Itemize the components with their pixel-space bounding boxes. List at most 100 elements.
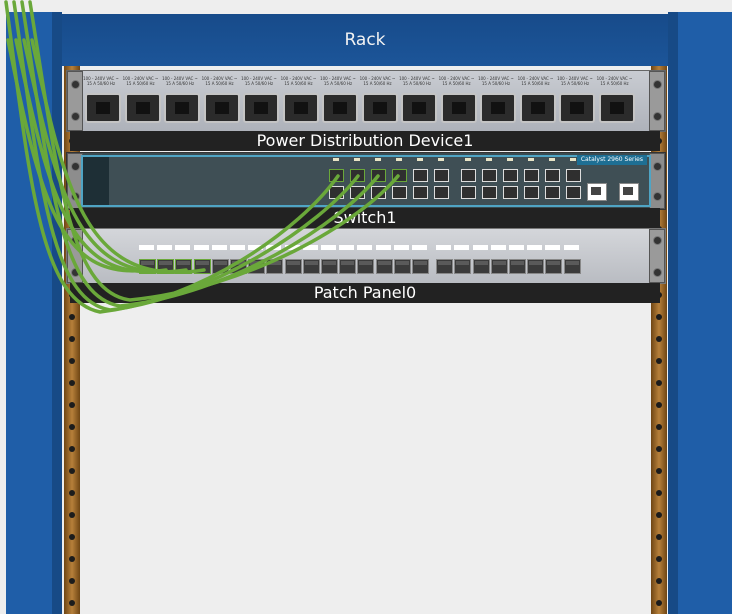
power-outlet[interactable] xyxy=(322,93,358,123)
pdu-right-ear xyxy=(649,71,665,131)
patch-jack[interactable] xyxy=(284,259,302,274)
patch-jack[interactable] xyxy=(339,259,357,274)
patch-jack[interactable] xyxy=(545,259,563,274)
patch-jack[interactable] xyxy=(211,259,229,274)
power-outlet[interactable] xyxy=(559,93,595,123)
patch-jack[interactable] xyxy=(175,259,193,274)
switch-port[interactable] xyxy=(371,186,386,199)
switch-port[interactable] xyxy=(413,169,428,182)
jack-label-tab xyxy=(321,245,336,250)
switch-port[interactable] xyxy=(371,169,386,182)
patch-jack[interactable] xyxy=(454,259,472,274)
switch-right-ear xyxy=(649,153,665,209)
rail-hole xyxy=(656,578,662,584)
patch-jack[interactable] xyxy=(527,259,545,274)
switch-port[interactable] xyxy=(350,186,365,199)
switch-port[interactable] xyxy=(545,169,560,182)
jack-label-tab xyxy=(266,245,282,250)
jack-label-tab xyxy=(230,245,245,250)
switch-port[interactable] xyxy=(434,186,449,199)
pdu-device[interactable]: 100 - 240V VAC ~ 15 A 50/60 Hz 100 - 240V… xyxy=(66,70,666,132)
switch-port[interactable] xyxy=(524,186,539,199)
switch-port[interactable] xyxy=(392,169,407,182)
patch-jack[interactable] xyxy=(321,259,338,274)
switch-port[interactable] xyxy=(461,169,476,182)
power-outlet[interactable] xyxy=(243,93,279,123)
jack-label-tab xyxy=(509,245,524,250)
switch-port[interactable] xyxy=(524,169,539,182)
patch-jack[interactable] xyxy=(509,259,526,274)
port-led xyxy=(354,158,360,161)
rail-hole xyxy=(69,556,75,562)
switch-port[interactable] xyxy=(350,169,365,182)
switch-port[interactable] xyxy=(482,169,497,182)
rail-hole xyxy=(69,490,75,496)
jack-label-tab xyxy=(393,245,409,250)
patch-panel-label: Patch Panel0 xyxy=(70,283,660,303)
power-outlet[interactable] xyxy=(85,93,121,123)
outlet-rating-label: 100 - 240V VAC ~ 15 A 50/60 Hz xyxy=(438,76,475,86)
rail-hole xyxy=(69,380,75,386)
power-outlet[interactable] xyxy=(203,93,240,123)
patch-jack[interactable] xyxy=(248,259,266,274)
switch-label: Switch1 xyxy=(70,208,660,228)
jack-label-tab xyxy=(193,245,209,250)
power-outlet[interactable] xyxy=(282,93,319,123)
patch-jack[interactable] xyxy=(490,259,508,274)
power-outlet[interactable] xyxy=(480,93,516,123)
switch-port[interactable] xyxy=(461,186,476,199)
patch-jack[interactable] xyxy=(357,259,375,274)
pdu-left-ear xyxy=(67,71,83,131)
switch-port[interactable] xyxy=(329,186,344,199)
power-outlet[interactable] xyxy=(361,93,398,123)
switch-port[interactable] xyxy=(392,186,407,199)
switch-port[interactable] xyxy=(482,186,497,199)
power-outlet[interactable] xyxy=(519,93,556,123)
switch-port[interactable] xyxy=(503,169,518,182)
port-led xyxy=(507,158,513,161)
patch-jack[interactable] xyxy=(230,259,247,274)
patch-jack[interactable] xyxy=(139,259,156,274)
rail-hole xyxy=(69,336,75,342)
switch-uplink-port[interactable] xyxy=(619,183,639,201)
port-led xyxy=(486,158,492,161)
patch-jack[interactable] xyxy=(193,259,211,274)
switch-port[interactable] xyxy=(413,186,428,199)
patch-jack[interactable] xyxy=(412,259,429,274)
patch-jack[interactable] xyxy=(157,259,175,274)
switch-model-badge: Catalyst 2960 Series xyxy=(576,155,647,165)
jack-label-tab xyxy=(339,245,355,250)
outlet-rating-label: 100 - 240V VAC ~ 15 A 50/60 Hz xyxy=(280,76,317,86)
rail-hole xyxy=(656,402,662,408)
switch-port[interactable] xyxy=(545,186,560,199)
power-outlet[interactable] xyxy=(124,93,161,123)
patch-jack[interactable] xyxy=(375,259,393,274)
rail-hole xyxy=(656,556,662,562)
port-led xyxy=(438,158,444,161)
switch-port[interactable] xyxy=(329,169,344,182)
switch-port[interactable] xyxy=(566,186,581,199)
patch-jack[interactable] xyxy=(472,259,490,274)
patch-jack[interactable] xyxy=(436,259,454,274)
patch-jack[interactable] xyxy=(266,259,284,274)
power-outlet[interactable] xyxy=(164,93,200,123)
patch-jack[interactable] xyxy=(302,259,320,274)
patch-jack[interactable] xyxy=(393,259,411,274)
power-outlet[interactable] xyxy=(598,93,635,123)
switch-port[interactable] xyxy=(566,169,581,182)
patch-panel-device[interactable] xyxy=(66,228,666,284)
switch-status-panel xyxy=(83,157,109,205)
power-outlet[interactable] xyxy=(401,93,437,123)
patch-jack[interactable] xyxy=(563,259,581,274)
rail-hole xyxy=(656,424,662,430)
rail-hole xyxy=(656,336,662,342)
switch-uplink-port[interactable] xyxy=(587,183,607,201)
switch-port[interactable] xyxy=(503,186,518,199)
port-led xyxy=(396,158,402,161)
port-led xyxy=(465,158,471,161)
jack-label-tab xyxy=(436,245,452,250)
switch-port[interactable] xyxy=(434,169,449,182)
switch-device[interactable]: Catalyst 2960 Series xyxy=(66,152,666,210)
rail-hole xyxy=(656,314,662,320)
power-outlet[interactable] xyxy=(440,93,477,123)
